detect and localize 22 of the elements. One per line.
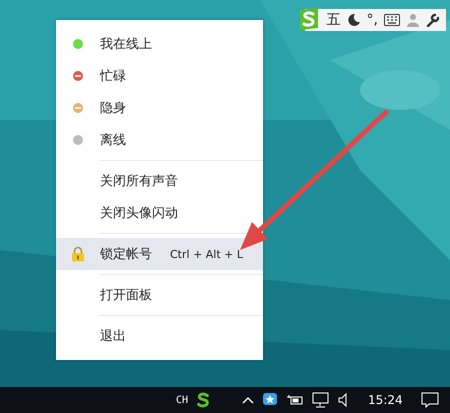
clock[interactable]: 15:24 — [368, 393, 403, 407]
notification-icon[interactable] — [420, 392, 439, 408]
menu-item[interactable]: 离线 — [56, 124, 263, 156]
menu-item[interactable]: 打开面板 — [56, 279, 263, 311]
menu-item[interactable]: 忙碌 — [56, 60, 263, 92]
s-logo-icon[interactable] — [196, 392, 210, 408]
menu-item[interactable]: 关闭头像闪动 — [56, 197, 263, 229]
punctuation-label[interactable]: °, — [366, 13, 378, 27]
menu-item[interactable]: 关闭所有声音 — [56, 165, 263, 197]
star-bubble-icon[interactable] — [262, 392, 278, 408]
moon-icon[interactable] — [346, 13, 361, 27]
menu-item[interactable]: 隐身 — [56, 92, 263, 124]
battery-icon[interactable] — [286, 394, 304, 406]
menu-item[interactable]: 我在线上 — [56, 28, 263, 60]
menu-item[interactable]: 退出 — [56, 320, 263, 352]
keyboard-icon[interactable] — [384, 14, 400, 26]
menu-item[interactable]: 锁定帐号 Ctrl + Alt + L — [56, 238, 263, 270]
wrench-icon[interactable] — [426, 13, 440, 27]
input-mode-label[interactable]: 五 — [326, 13, 341, 27]
lock-icon — [71, 246, 85, 262]
input-language-indicator[interactable]: CH — [176, 394, 188, 406]
chevron-up-icon[interactable] — [242, 396, 254, 404]
